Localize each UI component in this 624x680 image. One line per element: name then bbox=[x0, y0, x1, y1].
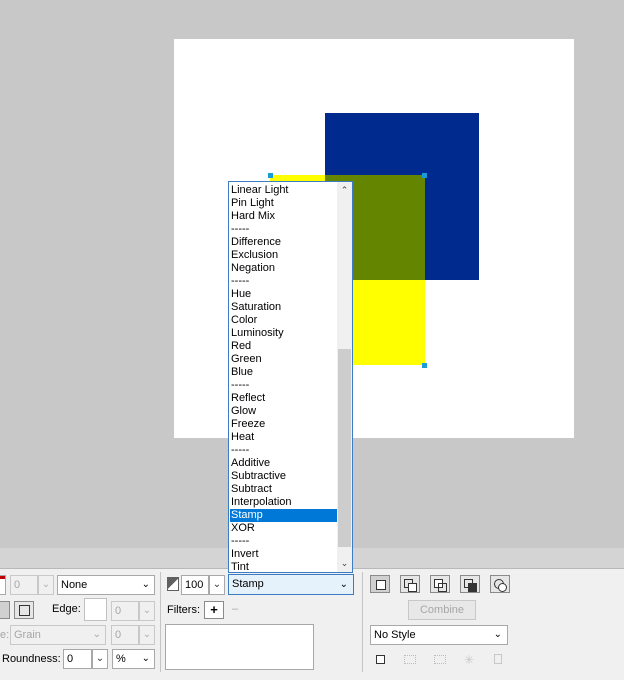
opacity-input[interactable]: 100 bbox=[181, 575, 209, 595]
chevron-down-icon: ⌄ bbox=[141, 579, 150, 590]
reset-style-icon: ✳ bbox=[464, 653, 475, 667]
fill-mode-button[interactable] bbox=[0, 601, 10, 619]
chevron-down-icon: ⌄ bbox=[142, 629, 152, 640]
stroke-width-input[interactable]: 0 bbox=[10, 575, 38, 595]
list-item[interactable]: Interpolation bbox=[230, 496, 337, 509]
copy-style-icon bbox=[434, 655, 446, 664]
filters-list[interactable] bbox=[165, 624, 314, 670]
roundness-dropdown[interactable]: ⌄ bbox=[92, 649, 108, 669]
list-item[interactable]: Invert bbox=[230, 548, 337, 561]
list-item[interactable]: Luminosity bbox=[230, 327, 337, 340]
shape-mode-subtract-button[interactable] bbox=[430, 575, 450, 593]
list-item[interactable]: Reflect bbox=[230, 392, 337, 405]
edge-width-input[interactable]: 0 bbox=[111, 601, 139, 621]
edge-color-swatch[interactable] bbox=[84, 598, 107, 621]
filters-label: Filters: bbox=[167, 604, 200, 616]
list-item[interactable]: Difference bbox=[230, 236, 337, 249]
chevron-down-icon: ⌄ bbox=[92, 629, 101, 640]
list-separator: ----- bbox=[231, 444, 250, 456]
apply-style-icon bbox=[404, 655, 416, 664]
shape-mode-replace-button[interactable] bbox=[370, 575, 390, 593]
stroke-width-dropdown[interactable]: ⌄ bbox=[38, 575, 54, 595]
chevron-up-icon[interactable]: ⌃ bbox=[337, 183, 352, 198]
shape-mode-exclude-button[interactable] bbox=[490, 575, 510, 593]
separator bbox=[362, 572, 363, 672]
list-separator: ----- bbox=[231, 275, 250, 287]
line-style-value: None bbox=[61, 579, 88, 591]
chevron-down-icon: ⌄ bbox=[339, 579, 348, 590]
list-item[interactable]: Blue bbox=[230, 366, 337, 379]
style-select[interactable]: No Style ⌄ bbox=[370, 625, 508, 645]
shape-mode-union-button[interactable] bbox=[400, 575, 420, 593]
list-item[interactable]: Hue bbox=[230, 288, 337, 301]
list-item[interactable]: Linear Light bbox=[230, 184, 337, 197]
roundness-input[interactable]: 0 bbox=[63, 649, 92, 669]
list-item[interactable]: Red bbox=[230, 340, 337, 353]
roundness-label: Roundness: bbox=[2, 653, 61, 665]
chevron-down-icon: ⌄ bbox=[95, 653, 105, 664]
add-filter-button[interactable]: + bbox=[204, 601, 224, 619]
chevron-down-icon: ⌄ bbox=[493, 629, 502, 640]
list-item[interactable]: Saturation bbox=[230, 301, 337, 314]
remove-filter-button[interactable]: – bbox=[232, 603, 238, 615]
plus-icon: + bbox=[210, 602, 218, 617]
new-style-icon[interactable] bbox=[376, 655, 385, 664]
stroke-color-swatch[interactable] bbox=[0, 575, 6, 595]
list-separator: ----- bbox=[231, 223, 250, 235]
list-item[interactable]: XOR bbox=[230, 522, 337, 535]
list-separator: ----- bbox=[231, 379, 250, 391]
separator bbox=[160, 572, 161, 672]
brush-amount-dropdown[interactable]: ⌄ bbox=[139, 625, 155, 645]
edge-label: Edge: bbox=[52, 603, 81, 615]
line-style-select[interactable]: None ⌄ bbox=[57, 575, 155, 595]
edge-width-dropdown[interactable]: ⌄ bbox=[139, 601, 155, 621]
blend-mode-select[interactable]: Stamp ⌄ bbox=[228, 574, 354, 595]
list-item[interactable]: Tint bbox=[230, 561, 337, 572]
brush-amount-input[interactable]: 0 bbox=[111, 625, 139, 645]
list-item[interactable]: Freeze bbox=[230, 418, 337, 431]
style-value: No Style bbox=[374, 629, 416, 641]
delete-style-icon bbox=[494, 654, 502, 664]
brush-type-value: Grain bbox=[14, 629, 41, 641]
shape-mode-intersect-button[interactable] bbox=[460, 575, 480, 593]
stroke-mode-button[interactable] bbox=[14, 601, 34, 619]
list-item[interactable]: Hard Mix bbox=[230, 210, 337, 223]
list-item[interactable]: Exclusion bbox=[230, 249, 337, 262]
list-item[interactable]: Subtract bbox=[230, 483, 337, 496]
chevron-down-icon: ⌄ bbox=[41, 579, 51, 590]
list-item[interactable]: Negation bbox=[230, 262, 337, 275]
brush-label: e: bbox=[0, 629, 10, 641]
opacity-dropdown[interactable]: ⌄ bbox=[209, 575, 225, 595]
chevron-down-icon: ⌄ bbox=[141, 653, 150, 664]
chevron-down-icon: ⌄ bbox=[142, 605, 152, 616]
list-separator: ----- bbox=[231, 535, 250, 547]
list-item[interactable]: Stamp bbox=[230, 509, 337, 522]
list-item[interactable]: Heat bbox=[230, 431, 337, 444]
list-item[interactable]: Color bbox=[230, 314, 337, 327]
combine-button[interactable]: Combine bbox=[408, 600, 476, 620]
list-item[interactable]: Glow bbox=[230, 405, 337, 418]
chevron-down-icon: ⌄ bbox=[212, 579, 222, 590]
blend-list-scroll-thumb[interactable] bbox=[338, 349, 351, 547]
roundness-unit-select[interactable]: % ⌄ bbox=[112, 649, 155, 669]
list-item[interactable]: Subtractive bbox=[230, 470, 337, 483]
selection-handle-top-left[interactable] bbox=[268, 173, 273, 178]
opacity-icon bbox=[167, 577, 179, 591]
brush-type-select[interactable]: Grain ⌄ bbox=[10, 625, 106, 645]
list-item[interactable]: Additive bbox=[230, 457, 337, 470]
chevron-down-icon[interactable]: ⌄ bbox=[337, 556, 352, 571]
blend-mode-value: Stamp bbox=[232, 578, 264, 590]
selection-handle-bottom-right[interactable] bbox=[422, 363, 427, 368]
roundness-unit-value: % bbox=[116, 653, 126, 665]
blend-mode-list[interactable]: Linear Light Pin Light Hard Mix ----- Differ… bbox=[228, 181, 353, 573]
list-item[interactable]: Green bbox=[230, 353, 337, 366]
list-item[interactable]: Pin Light bbox=[230, 197, 337, 210]
selection-handle-top-right[interactable] bbox=[422, 173, 427, 178]
